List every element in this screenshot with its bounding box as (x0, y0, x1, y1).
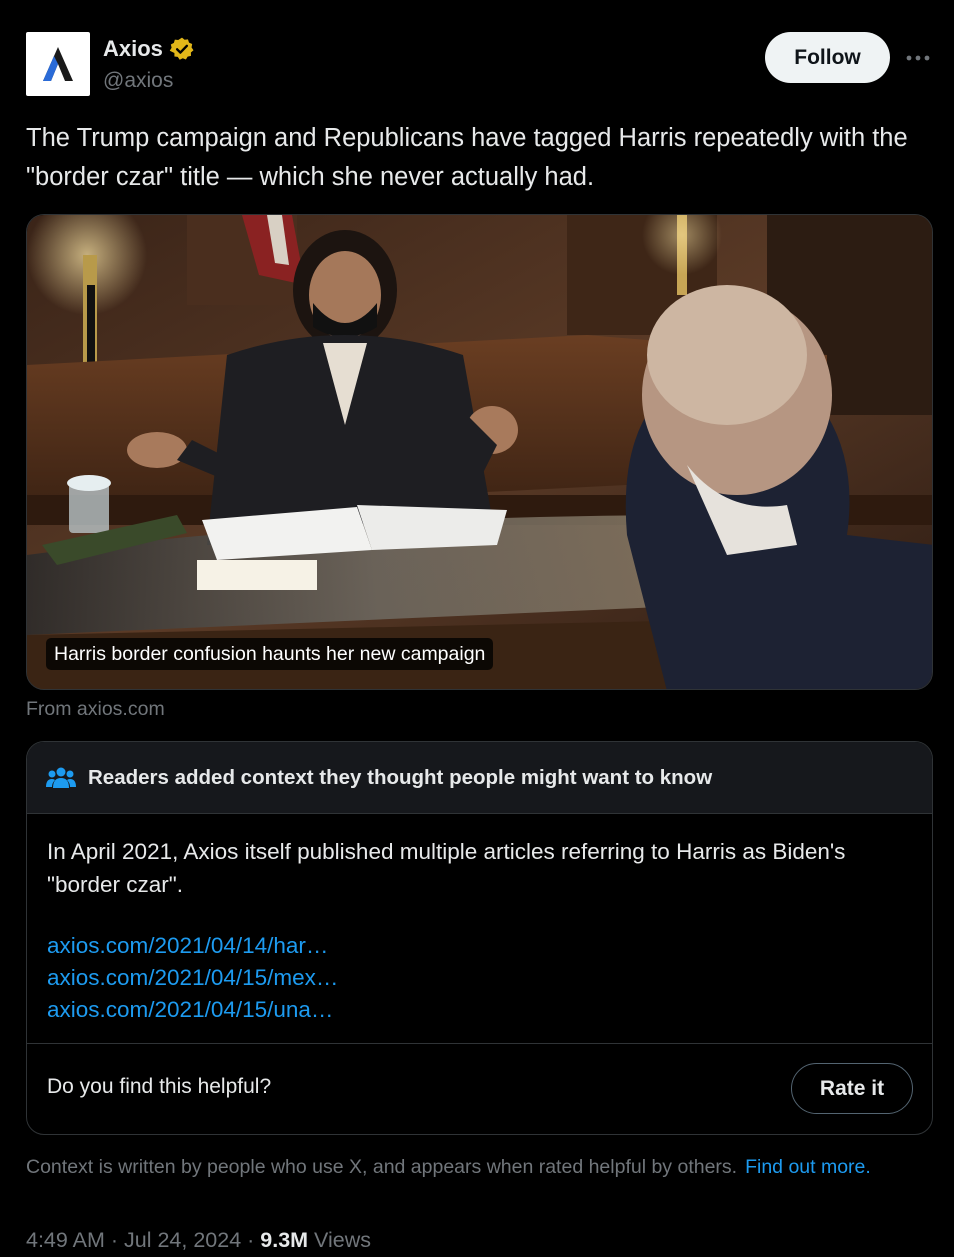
community-note-title: Readers added context they thought peopl… (88, 765, 713, 789)
meta-separator: · (241, 1228, 261, 1252)
author-name[interactable]: Axios (103, 36, 163, 62)
more-options-icon[interactable] (902, 44, 934, 72)
community-note-body: In April 2021, Axios itself published mu… (47, 839, 846, 897)
context-footer-text: Context is written by people who use X, … (26, 1156, 738, 1178)
source-link-3[interactable]: axios.com/2021/04/15/una… (47, 994, 338, 1026)
link-card-source[interactable]: From axios.com (26, 698, 165, 721)
link-card-caption[interactable]: Harris border confusion haunts her new c… (46, 638, 494, 670)
photo-illustration (27, 215, 932, 689)
tweet-text: The Trump campaign and Republicans have … (26, 124, 908, 191)
tweet-meta: 4:49 AM · Jul 24, 2024 · 9.3M Views (26, 1228, 371, 1253)
community-note-header: Readers added context they thought peopl… (27, 742, 932, 814)
tweet-time[interactable]: 4:49 AM (26, 1228, 105, 1252)
views-count: 9.3M (260, 1228, 309, 1252)
helpful-question: Do you find this helpful? (47, 1075, 272, 1098)
divider (27, 1043, 932, 1044)
context-footer: Context is written by people who use X, … (26, 1156, 871, 1179)
source-link-1[interactable]: axios.com/2021/04/14/har… (47, 930, 338, 962)
axios-logo-icon (43, 47, 73, 81)
author-name-row[interactable]: Axios (103, 36, 195, 62)
people-icon (46, 767, 76, 788)
rate-it-button[interactable]: Rate it (791, 1063, 913, 1114)
views-label: Views (308, 1228, 372, 1252)
source-link-2[interactable]: axios.com/2021/04/15/mex… (47, 962, 338, 994)
meta-separator: · (104, 1228, 124, 1252)
follow-button[interactable]: Follow (765, 32, 890, 83)
link-card-image[interactable] (26, 214, 933, 690)
find-out-more-link[interactable]: Find out more. (745, 1156, 871, 1178)
avatar[interactable] (26, 32, 90, 96)
community-note: Readers added context they thought peopl… (26, 741, 933, 1135)
author-handle[interactable]: @axios (103, 69, 173, 93)
community-note-links: axios.com/2021/04/14/har… axios.com/2021… (47, 930, 338, 1026)
verified-badge-icon[interactable] (169, 36, 195, 62)
tweet-date[interactable]: Jul 24, 2024 (124, 1228, 241, 1252)
